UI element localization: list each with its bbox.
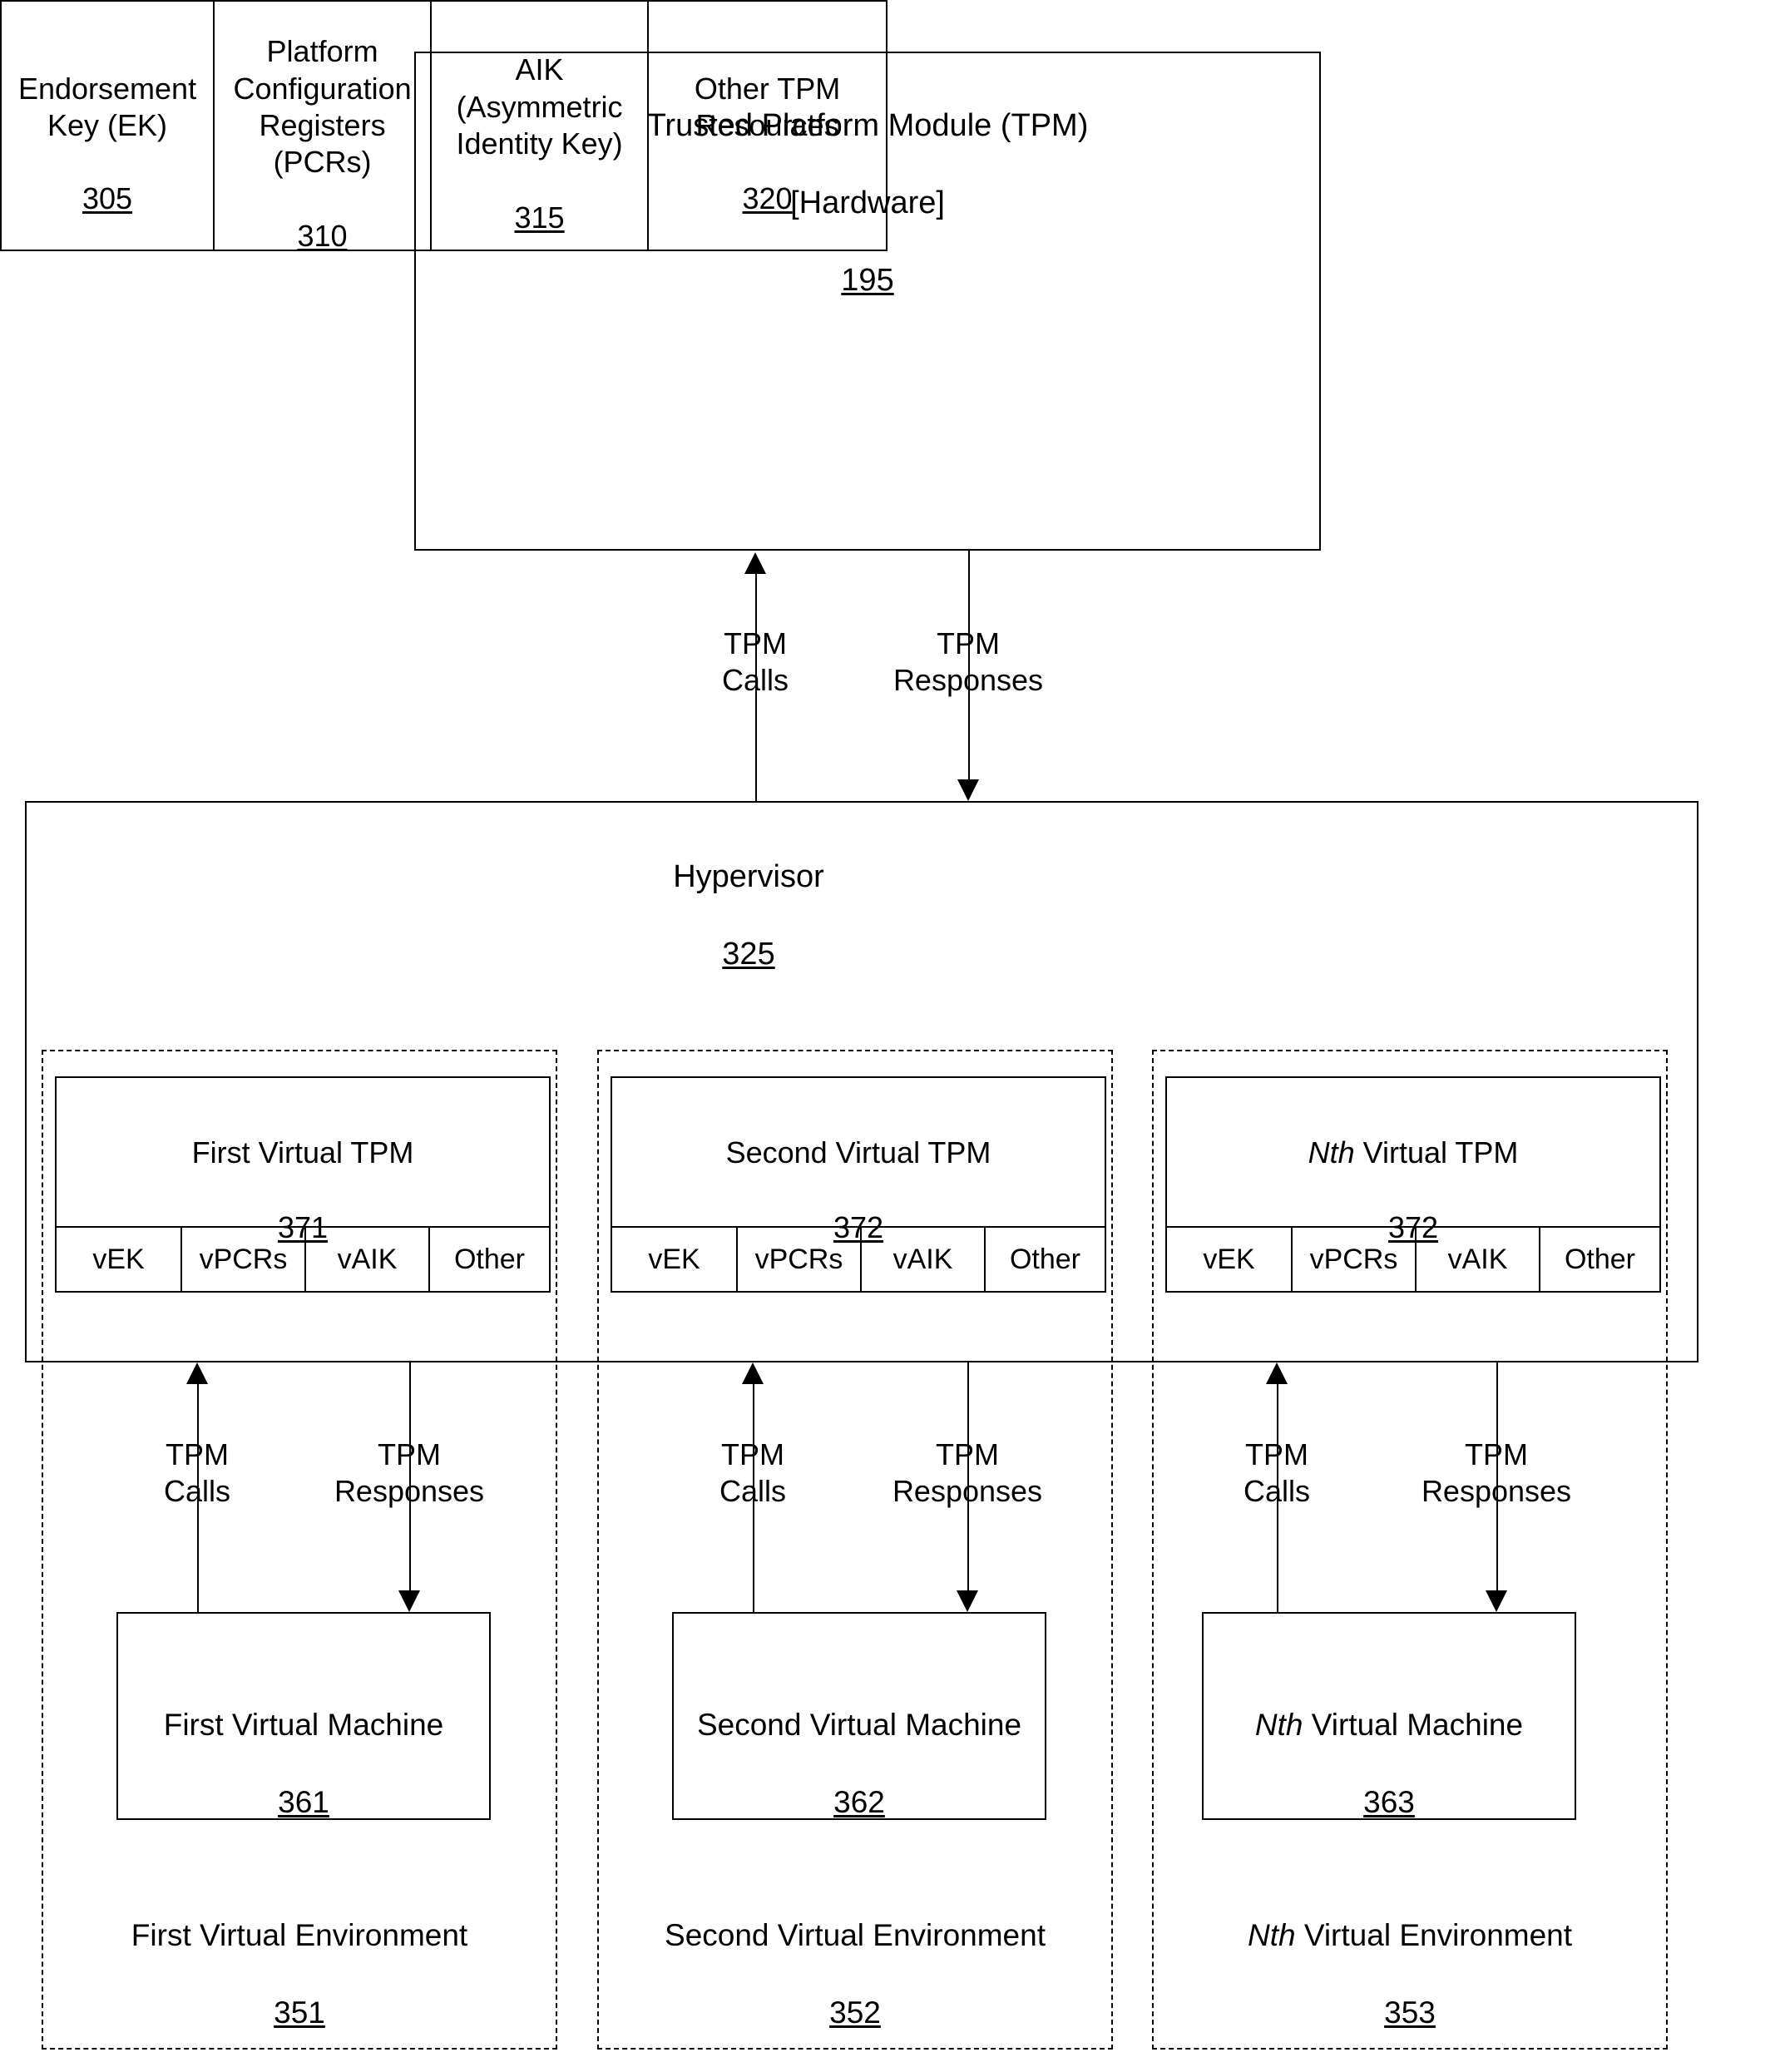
virtual-machine-2-ref: 363 xyxy=(1363,1784,1415,1819)
vtpm-2-cell-vek: vEK xyxy=(612,1228,738,1291)
tpm-resource-endorsement-key: Endorsement Key (EK) 305 xyxy=(2,2,215,250)
tpm-calls-arrowhead-top xyxy=(744,552,766,574)
hypervisor-ref-number: 325 xyxy=(722,937,775,972)
virtual-tpm-3-resource-cells: vEK vPCRs vAIK Other xyxy=(1165,1226,1661,1293)
tpm-resource-1-name: Platform Configuration Registers (PCRs) xyxy=(233,34,412,180)
vtpm-3-cell-other: Other xyxy=(1564,1243,1636,1275)
tpm-title: Trusted Platform Module (TPM) [Hardware]… xyxy=(414,68,1321,299)
vm3-tpm-responses-arrowhead xyxy=(1486,1590,1507,1612)
vtpm-1-cell-vek: vEK xyxy=(57,1228,182,1291)
vm3-tpm-calls-label: TPM Calls xyxy=(1243,1437,1310,1508)
virtual-environment-0-ref: 351 xyxy=(274,1995,325,2030)
virtual-machine-0-ref: 361 xyxy=(278,1784,329,1819)
vtpm-1-cell-vpcrs: vPCRs xyxy=(182,1228,306,1291)
vm1-tpm-responses-arrowhead xyxy=(398,1590,420,1612)
figure-canvas: Trusted Platform Module (TPM) [Hardware]… xyxy=(0,0,1780,2072)
virtual-tpm-3-title: Nth Virtual TPM 372 xyxy=(1165,1096,1661,1246)
virtual-machine-1-name: Second Virtual Machine xyxy=(696,1708,1022,1743)
vtpm-3-cell-vek: vEK xyxy=(1167,1228,1293,1291)
vtpm-2-cell-vaik: vAIK xyxy=(862,1228,986,1291)
tpm-title-line1: Trusted Platform Module (TPM) xyxy=(646,108,1089,144)
virtual-environment-2-prefix: Nth xyxy=(1247,1918,1296,1953)
virtual-tpm-1-name: Second Virtual TPM xyxy=(725,1135,991,1170)
virtual-machine-3-title: Nth Virtual Machine 363 xyxy=(1202,1668,1576,1822)
virtual-machine-2-prefix: Nth xyxy=(1254,1708,1303,1743)
hypervisor-title: Hypervisor 325 xyxy=(582,819,915,973)
tpm-resource-0-ref: 305 xyxy=(82,181,133,216)
vm1-tpm-calls-arrowhead xyxy=(186,1362,208,1384)
virtual-environment-1-name: Second Virtual Environment xyxy=(665,1918,1046,1953)
vtpm-1-cell-other: Other xyxy=(453,1243,526,1275)
virtual-environment-2-name: Virtual Environment xyxy=(1295,1918,1573,1953)
virtual-tpm-1-resource-cells: vEK vPCRs vAIK Other xyxy=(55,1226,551,1293)
tpm-responses-arrowhead-top xyxy=(957,779,979,801)
hypervisor-title-text: Hypervisor xyxy=(673,859,824,895)
vtpm-3-cell-vpcrs: vPCRs xyxy=(1293,1228,1417,1291)
virtual-tpm-2-name: Virtual TPM xyxy=(1354,1135,1519,1170)
tpm-ref-number: 195 xyxy=(841,262,894,298)
vtpm-2-cell-vpcrs: vPCRs xyxy=(738,1228,862,1291)
virtual-environment-1-caption: First Virtual Environment 351 xyxy=(42,1878,557,2032)
vm3-tpm-responses-label: TPM Responses xyxy=(1421,1437,1572,1508)
virtual-machine-1-ref: 362 xyxy=(833,1784,885,1819)
vtpm-1-cell-vaik: vAIK xyxy=(306,1228,430,1291)
tpm-title-line2: [Hardware] xyxy=(790,185,945,221)
virtual-environment-2-caption: Second Virtual Environment 352 xyxy=(597,1878,1113,2032)
virtual-tpm-2-prefix: Nth xyxy=(1308,1135,1355,1170)
vtpm-2-cell-other: Other xyxy=(1009,1243,1081,1275)
virtual-machine-2-title: Second Virtual Machine 362 xyxy=(672,1668,1046,1822)
tpm-responses-label-top: TPM Responses xyxy=(892,626,1044,697)
vm2-tpm-calls-arrowhead xyxy=(742,1362,764,1384)
tpm-calls-label-top: TPM Calls xyxy=(721,626,789,697)
vm2-tpm-responses-label: TPM Responses xyxy=(892,1437,1043,1508)
vm2-tpm-calls-label: TPM Calls xyxy=(719,1437,786,1508)
vm3-tpm-calls-arrowhead xyxy=(1266,1362,1288,1384)
tpm-resource-pcrs: Platform Configuration Registers (PCRs) … xyxy=(215,2,433,253)
virtual-environment-0-name: First Virtual Environment xyxy=(131,1918,468,1953)
virtual-tpm-0-name: First Virtual TPM xyxy=(191,1135,414,1170)
vtpm-3-cell-vaik: vAIK xyxy=(1417,1228,1540,1291)
vm1-tpm-calls-label: TPM Calls xyxy=(163,1437,230,1508)
virtual-tpm-2-title: Second Virtual TPM 372 xyxy=(611,1096,1106,1246)
virtual-environment-3-caption: Nth Virtual Environment 353 xyxy=(1152,1878,1668,2032)
vm2-tpm-responses-arrowhead xyxy=(957,1590,978,1612)
virtual-tpm-1-title: First Virtual TPM 371 xyxy=(55,1096,551,1246)
virtual-machine-0-name: First Virtual Machine xyxy=(163,1708,444,1743)
vm1-tpm-responses-label: TPM Responses xyxy=(334,1437,485,1508)
virtual-tpm-2-resource-cells: vEK vPCRs vAIK Other xyxy=(611,1226,1106,1293)
tpm-resource-0-name: Endorsement Key (EK) xyxy=(17,71,197,142)
virtual-machine-2-name: Virtual Machine xyxy=(1303,1708,1524,1743)
virtual-environment-2-ref: 353 xyxy=(1384,1995,1436,2030)
virtual-environment-1-ref: 352 xyxy=(829,1995,881,2030)
virtual-machine-1-title: First Virtual Machine 361 xyxy=(116,1668,491,1822)
tpm-resource-1-ref: 310 xyxy=(297,218,348,253)
